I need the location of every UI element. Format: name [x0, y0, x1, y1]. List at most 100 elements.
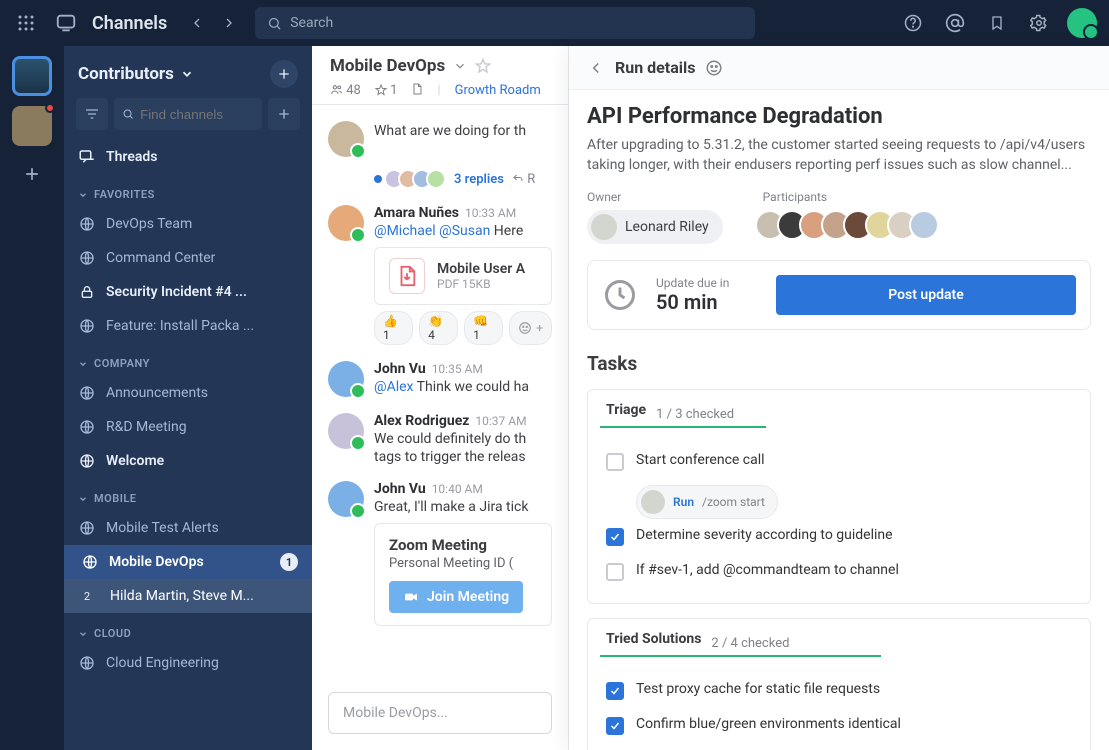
- section-favorites[interactable]: FAVORITES: [64, 174, 312, 207]
- user-avatar[interactable]: [1067, 8, 1097, 38]
- run-title: API Performance Degradation: [587, 104, 1091, 129]
- files-icon[interactable]: [411, 82, 423, 98]
- avatar[interactable]: [328, 361, 364, 397]
- avatar[interactable]: [328, 481, 364, 517]
- channel-description-link[interactable]: Growth Roadm: [455, 83, 541, 98]
- run-details-panel: Run details API Performance Degradation …: [569, 46, 1109, 750]
- pinned-count[interactable]: 1: [375, 83, 398, 98]
- task-section-triage: Triage 1 / 3 checked Start conference ca…: [587, 389, 1091, 604]
- sidebar-item-announcements[interactable]: Announcements: [64, 376, 312, 410]
- section-cloud[interactable]: CLOUD: [64, 613, 312, 646]
- sidebar-item-rd-meeting[interactable]: R&D Meeting: [64, 410, 312, 444]
- find-channels-field[interactable]: [140, 107, 254, 122]
- chevron-down-icon: [78, 359, 88, 369]
- channels-icon[interactable]: [52, 9, 80, 37]
- nav-back-icon[interactable]: [183, 9, 211, 37]
- threads-item[interactable]: Threads: [64, 140, 312, 174]
- file-attachment[interactable]: Mobile User APDF 15KB: [374, 247, 552, 305]
- add-server-button[interactable]: [14, 156, 50, 192]
- checkbox[interactable]: [606, 682, 624, 700]
- saved-icon[interactable]: [983, 9, 1011, 37]
- messages-list: What are we doing for th 3 replies R Ama…: [312, 105, 568, 682]
- add-reaction-button[interactable]: +: [509, 311, 552, 345]
- filter-button[interactable]: [76, 98, 108, 130]
- task-item[interactable]: Confirm blue/green environments identica…: [606, 708, 1072, 743]
- emoji-icon[interactable]: [705, 59, 723, 77]
- tasks-heading: Tasks: [587, 352, 1091, 375]
- avatar[interactable]: [328, 121, 364, 157]
- globe-icon: [78, 519, 96, 537]
- sidebar-item-devops-team[interactable]: DevOps Team: [64, 207, 312, 241]
- members-count[interactable]: 48: [330, 83, 361, 98]
- sidebar-item-dm-hilda[interactable]: 2Hilda Martin, Steve M...: [64, 579, 312, 613]
- sidebar-item-feature-install[interactable]: Feature: Install Packa ...: [64, 309, 312, 343]
- add-channel-button[interactable]: [268, 98, 300, 130]
- task-item[interactable]: If #sev-1, add @commandteam to channel: [606, 554, 1072, 589]
- globe-icon: [78, 249, 96, 267]
- message[interactable]: John Vu10:35 AM @Alex Think we could ha: [312, 353, 568, 405]
- checkbox[interactable]: [606, 528, 624, 546]
- task-item[interactable]: Start conference call: [606, 444, 1072, 479]
- video-icon: [403, 589, 419, 605]
- participants-list[interactable]: [763, 210, 939, 240]
- message[interactable]: John Vu10:40 AM Great, I'll make a Jira …: [312, 473, 568, 634]
- channel-title[interactable]: Mobile DevOps: [330, 56, 445, 76]
- message[interactable]: Amara Nuñes10:33 AM @Michael @Susan Here…: [312, 197, 568, 353]
- find-channels-input[interactable]: [114, 98, 262, 130]
- mentions-icon[interactable]: [941, 9, 969, 37]
- message[interactable]: Alex Rodriguez10:37 AM We could definite…: [312, 405, 568, 473]
- star-icon[interactable]: [475, 58, 491, 74]
- search-icon: [267, 16, 282, 31]
- task-section-tab[interactable]: Tried Solutions 2 / 4 checked: [588, 619, 1090, 667]
- lock-icon: [78, 283, 96, 301]
- run-command-pill[interactable]: Run /zoom start: [636, 485, 778, 519]
- sidebar-item-security-incident[interactable]: Security Incident #4 ...: [64, 275, 312, 309]
- new-reply-dot: [374, 175, 382, 183]
- sidebar-item-mobile-devops[interactable]: Mobile DevOps1: [64, 545, 312, 579]
- sidebar-item-mobile-test-alerts[interactable]: Mobile Test Alerts: [64, 511, 312, 545]
- chevron-down-icon: [78, 190, 88, 200]
- message[interactable]: What are we doing for th: [312, 113, 568, 165]
- avatar[interactable]: [328, 205, 364, 241]
- task-section-tab[interactable]: Triage 1 / 3 checked: [588, 390, 1090, 438]
- join-meeting-button[interactable]: Join Meeting: [389, 581, 523, 613]
- task-item[interactable]: Determine severity according to guidelin…: [606, 519, 1072, 554]
- panel-back-button[interactable]: [587, 59, 605, 77]
- workspace-switcher[interactable]: Contributors: [64, 46, 312, 98]
- checkbox[interactable]: [606, 717, 624, 735]
- chevron-down-icon[interactable]: [453, 59, 467, 73]
- sidebar-item-welcome[interactable]: Welcome: [64, 444, 312, 478]
- message-composer[interactable]: Mobile DevOps...: [328, 692, 552, 734]
- thread-summary[interactable]: 3 replies R: [312, 165, 568, 197]
- avatar: [591, 214, 617, 240]
- reaction[interactable]: 👍 1: [374, 311, 413, 345]
- nav-forward-icon[interactable]: [215, 9, 243, 37]
- channel-header: Mobile DevOps 48 1 | Growth Roadm: [312, 46, 568, 105]
- search-icon: [122, 107, 134, 121]
- task-section-tried-solutions: Tried Solutions 2 / 4 checked Test proxy…: [587, 618, 1091, 750]
- globe-icon: [78, 317, 96, 335]
- server-tile-1[interactable]: [12, 56, 52, 96]
- help-icon[interactable]: [899, 9, 927, 37]
- server-tile-2[interactable]: [12, 106, 52, 146]
- owner-chip[interactable]: Leonard Riley: [587, 210, 723, 244]
- global-search[interactable]: Search: [255, 7, 755, 39]
- settings-icon[interactable]: [1025, 9, 1053, 37]
- new-button[interactable]: [270, 60, 298, 88]
- section-company[interactable]: COMPANY: [64, 343, 312, 376]
- checkbox[interactable]: [606, 563, 624, 581]
- globe-icon: [78, 654, 96, 672]
- task-item[interactable]: Test proxy cache for static file request…: [606, 673, 1072, 708]
- threads-icon: [78, 148, 96, 166]
- avatar[interactable]: [328, 413, 364, 449]
- post-update-button[interactable]: Post update: [776, 275, 1076, 315]
- sidebar-item-command-center[interactable]: Command Center: [64, 241, 312, 275]
- section-mobile[interactable]: MOBILE: [64, 478, 312, 511]
- globe-icon: [78, 418, 96, 436]
- apps-grid-icon[interactable]: [12, 9, 40, 37]
- globe-icon: [78, 215, 96, 233]
- checkbox[interactable]: [606, 453, 624, 471]
- sidebar-item-cloud-engineering[interactable]: Cloud Engineering: [64, 646, 312, 680]
- reaction[interactable]: 👏 4: [419, 311, 458, 345]
- reaction[interactable]: 👊 1: [464, 311, 503, 345]
